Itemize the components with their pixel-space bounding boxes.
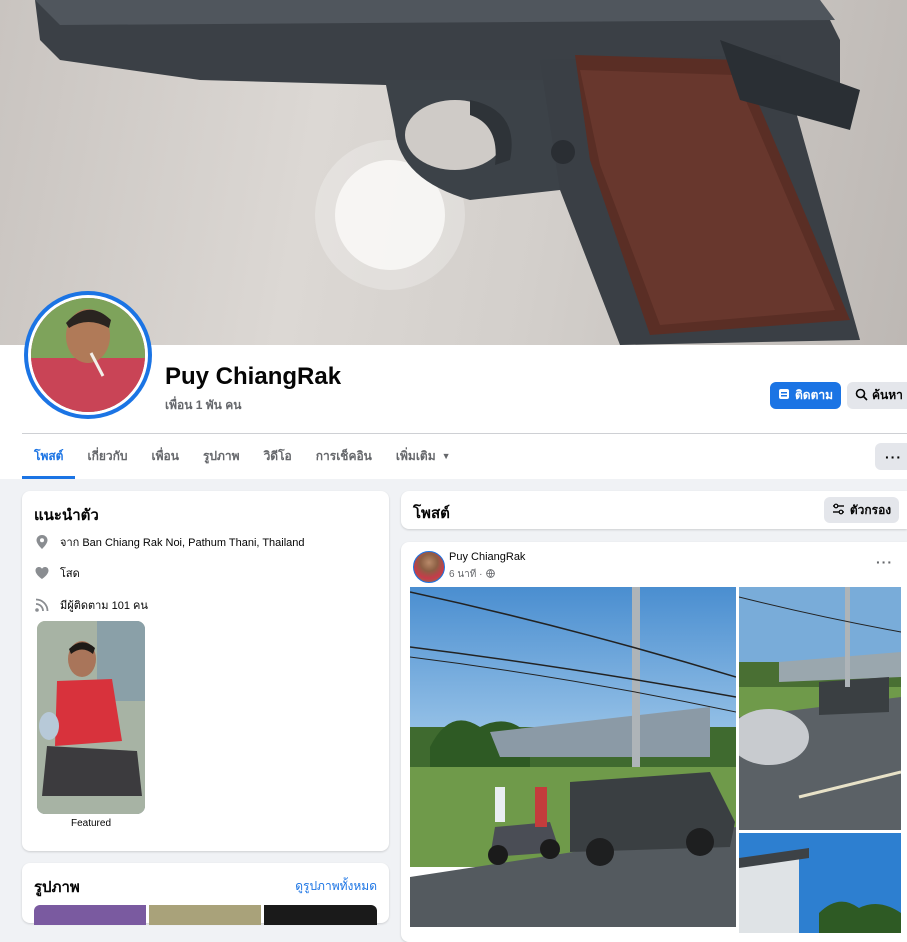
post-photo-2[interactable]	[739, 587, 901, 830]
filter-button[interactable]: ตัวกรอง	[824, 497, 899, 523]
follow-button[interactable]: ติดตาม	[770, 382, 841, 409]
featured-photo[interactable]: + 2	[37, 621, 145, 814]
intro-followers-text: มีผู้ติดตาม 101 คน	[60, 600, 148, 612]
caret-down-icon: ▼	[441, 451, 451, 461]
photos-card: รูปภาพ ดูรูปภาพทั้งหมด	[22, 863, 389, 925]
rss-icon	[34, 597, 50, 613]
photo-thumb[interactable]	[149, 905, 261, 925]
posts-header: โพสต์ ตัวกรอง	[401, 491, 907, 529]
profile-avatar[interactable]	[24, 291, 152, 419]
filter-icon	[832, 503, 845, 518]
post-time-text[interactable]: 6 นาที ·	[449, 567, 483, 582]
post-photo-3[interactable]	[739, 833, 901, 933]
friends-count[interactable]: เพื่อน 1 พัน คน	[165, 396, 241, 415]
follow-icon	[778, 388, 790, 403]
profile-name: Puy ChiangRak	[165, 363, 342, 390]
photo-thumb[interactable]	[264, 905, 377, 925]
post-timestamp: 6 นาที ·	[449, 567, 495, 582]
cover-photo[interactable]	[0, 0, 907, 345]
location-icon	[34, 534, 50, 550]
post-options-button[interactable]: ···	[876, 554, 893, 570]
tab-photos[interactable]: รูปภาพ	[191, 434, 252, 478]
search-icon	[855, 388, 868, 404]
profile-tabs: โพสต์ เกี่ยวกับ เพื่อน รูปภาพ วิดีโอ การ…	[22, 434, 463, 479]
post-photo-main[interactable]	[410, 587, 736, 927]
tab-friends[interactable]: เพื่อน	[140, 434, 191, 478]
heart-icon	[34, 565, 50, 581]
intro-relationship-text: โสด	[60, 568, 80, 580]
tab-checkins[interactable]: การเช็คอิน	[304, 434, 384, 478]
tab-about[interactable]: เกี่ยวกับ	[75, 434, 139, 478]
post-card: Puy ChiangRak 6 นาที · ···	[401, 542, 907, 942]
follow-label: ติดตาม	[794, 388, 834, 402]
intro-followers: มีผู้ติดตาม 101 คน	[34, 596, 148, 614]
tab-videos[interactable]: วิดีโอ	[252, 434, 304, 478]
intro-card: แนะนำตัว จาก Ban Chiang Rak Noi, Pathum …	[22, 491, 389, 851]
avatar	[31, 298, 145, 412]
intro-location-text: จาก Ban Chiang Rak Noi, Pathum Thani, Th…	[60, 537, 305, 549]
post-author-avatar[interactable]	[413, 551, 445, 583]
more-options-button[interactable]: ···	[875, 443, 907, 470]
intro-location: จาก Ban Chiang Rak Noi, Pathum Thani, Th…	[34, 533, 305, 551]
photos-title: รูปภาพ	[34, 879, 80, 896]
intro-title: แนะนำตัว	[34, 507, 99, 524]
search-button[interactable]: ค้นหา	[847, 382, 907, 409]
photo-thumb[interactable]	[34, 905, 146, 925]
intro-relationship: โสด	[34, 564, 80, 582]
tab-more-label: เพิ่มเติม	[395, 448, 436, 463]
search-label: ค้นหา	[872, 388, 903, 402]
featured-label: Featured	[70, 818, 112, 829]
tab-posts[interactable]: โพสต์	[22, 434, 76, 479]
post-author-name[interactable]: Puy ChiangRak	[449, 551, 525, 563]
cover-image	[35, 0, 860, 345]
tab-more[interactable]: เพิ่มเติม ▼	[384, 434, 463, 478]
filter-label: ตัวกรอง	[849, 502, 892, 517]
posts-title: โพสต์	[413, 505, 450, 522]
see-all-photos-link[interactable]: ดูรูปภาพทั้งหมด	[295, 877, 377, 896]
globe-icon	[485, 568, 495, 581]
